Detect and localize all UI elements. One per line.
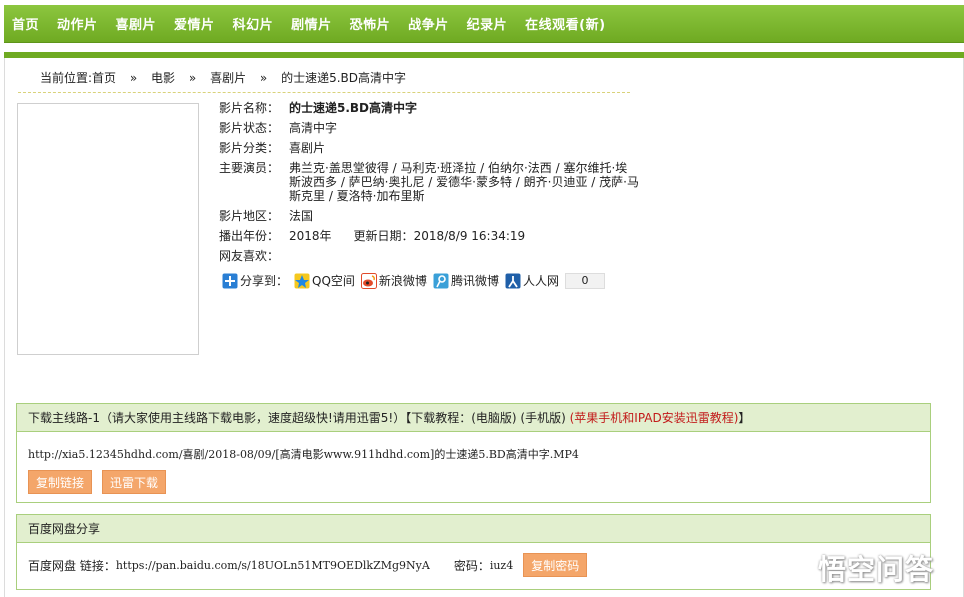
actors-label: 主要演员： (219, 161, 280, 175)
nav-horror[interactable]: 恐怖片 (350, 14, 391, 33)
nav-scifi[interactable]: 科幻片 (233, 14, 274, 33)
download-header: 下载主线路-1（请大家使用主线路下载电影，速度超级快!请用迅雷5!）【下载教程：… (17, 404, 930, 432)
movie-poster (17, 103, 199, 355)
share-bar: 分享到： QQ空间 新浪微博 腾讯微博 人人网 0 (222, 272, 605, 289)
movie-region: 法国 (289, 209, 314, 223)
download-box: 下载主线路-1（请大家使用主线路下载电影，速度超级快!请用迅雷5!）【下载教程：… (16, 403, 931, 503)
movie-title: 的士速递5.BD高清中字 (289, 101, 418, 115)
share-weibo[interactable]: 新浪微博 (360, 272, 427, 289)
top-nav: 首页 动作片 喜剧片 爱情片 科幻片 剧情片 恐怖片 战争片 纪录片 在线观看(… (4, 5, 964, 43)
download-header-text[interactable]: 下载主线路-1（请大家使用主线路下载电影，速度超级快!请用迅雷5!）【下载教程：… (28, 411, 570, 425)
wukong-logo-icon (780, 551, 814, 585)
nav-comedy[interactable]: 喜剧片 (116, 14, 157, 33)
copy-link-button[interactable]: 复制链接 (28, 470, 93, 494)
baidu-row: 百度网盘 链接： https://pan.baidu.com/s/18UOLn5… (28, 553, 588, 577)
baidu-link[interactable]: https://pan.baidu.com/s/18UOLn51MT9OEDlk… (116, 559, 430, 572)
divider (18, 92, 630, 93)
breadcrumb: 当前位置:首页 » 电影 » 喜剧片 » 的士速递5.BD高清中字 (40, 69, 416, 86)
baidu-pwd-label: 密码： (453, 558, 490, 573)
breadcrumb-home[interactable]: 当前位置:首页 (40, 71, 116, 85)
nav-romance[interactable]: 爱情片 (174, 14, 215, 33)
share-qzone-label: QQ空间 (312, 274, 355, 288)
year-label: 播出年份： (219, 229, 280, 243)
breadcrumb-separator: » (259, 71, 268, 85)
category-label: 影片分类： (219, 141, 280, 155)
share-qzone[interactable]: QQ空间 (294, 272, 355, 289)
likes-label: 网友喜欢： (219, 249, 280, 263)
share-renren[interactable]: 人人网 (505, 272, 559, 289)
nav-home[interactable]: 首页 (12, 14, 39, 33)
baidu-link-label: 百度网盘 链接： (28, 558, 116, 573)
download-buttons: 复制链接 迅雷下载 (28, 470, 167, 494)
weibo-icon (360, 272, 377, 289)
update-label: 更新日期： (353, 229, 414, 243)
download-url-row: http://xia5.12345hdhd.com/喜剧/2018-08/09/… (28, 446, 579, 462)
copy-password-button[interactable]: 复制密码 (523, 553, 588, 577)
movie-category: 喜剧片 (289, 141, 326, 155)
share-tqq[interactable]: 腾讯微博 (433, 272, 499, 289)
qzone-icon (294, 273, 310, 288)
download-header-tail: 】 (738, 411, 751, 425)
status-label: 影片状态： (219, 121, 280, 135)
download-url[interactable]: http://xia5.12345hdhd.com/喜剧/2018-08/09/… (28, 448, 579, 461)
iphone-tutorial-link[interactable]: (苹果手机和IPAD安装迅雷教程) (570, 411, 739, 425)
breadcrumb-comedy[interactable]: 喜剧片 (210, 71, 246, 85)
breadcrumb-movie[interactable]: 电影 (151, 71, 175, 85)
share-label-group: 分享到： (222, 272, 288, 289)
name-label: 影片名称： (219, 101, 280, 115)
thunder-download-button[interactable]: 迅雷下载 (102, 470, 167, 494)
movie-actors: 弗兰克·盖思堂彼得 / 马利克·班泽拉 / 伯纳尔·法西 / 塞尔维托·埃斯波西… (289, 161, 639, 203)
nav-action[interactable]: 动作片 (57, 14, 98, 33)
nav-drama[interactable]: 剧情片 (291, 14, 332, 33)
movie-likes (289, 249, 639, 263)
breadcrumb-current: 的士速递5.BD高清中字 (281, 71, 407, 85)
nav-documentary[interactable]: 纪录片 (467, 14, 508, 33)
movie-info: 影片名称： 的士速递5.BD高清中字 影片状态： 高清中字 影片分类： 喜剧片 主要演… (219, 101, 639, 269)
baidu-pwd: iuz4 (489, 558, 514, 572)
share-renren-label: 人人网 (522, 274, 559, 288)
share-count: 0 (564, 272, 605, 289)
baidu-header: 百度网盘分享 (17, 515, 930, 543)
watermark: 悟空问答 (780, 548, 934, 588)
share-label: 分享到： (240, 274, 289, 288)
region-label: 影片地区： (219, 209, 280, 223)
renren-icon (505, 273, 521, 288)
share-tqq-label: 腾讯微博 (450, 274, 499, 288)
nav-online[interactable]: 在线观看(新) (525, 14, 605, 33)
watermark-text: 悟空问答 (818, 553, 935, 586)
breadcrumb-separator: » (188, 71, 197, 85)
nav-war[interactable]: 战争片 (408, 14, 449, 33)
share-plus-icon (222, 273, 238, 288)
share-weibo-label: 新浪微博 (378, 274, 427, 288)
tencent-weibo-icon (433, 273, 449, 288)
movie-status: 高清中字 (289, 121, 338, 135)
movie-year: 2018年 (289, 229, 332, 243)
movie-update-date: 2018/8/9 16:34:19 (413, 229, 526, 243)
breadcrumb-separator: » (129, 71, 138, 85)
